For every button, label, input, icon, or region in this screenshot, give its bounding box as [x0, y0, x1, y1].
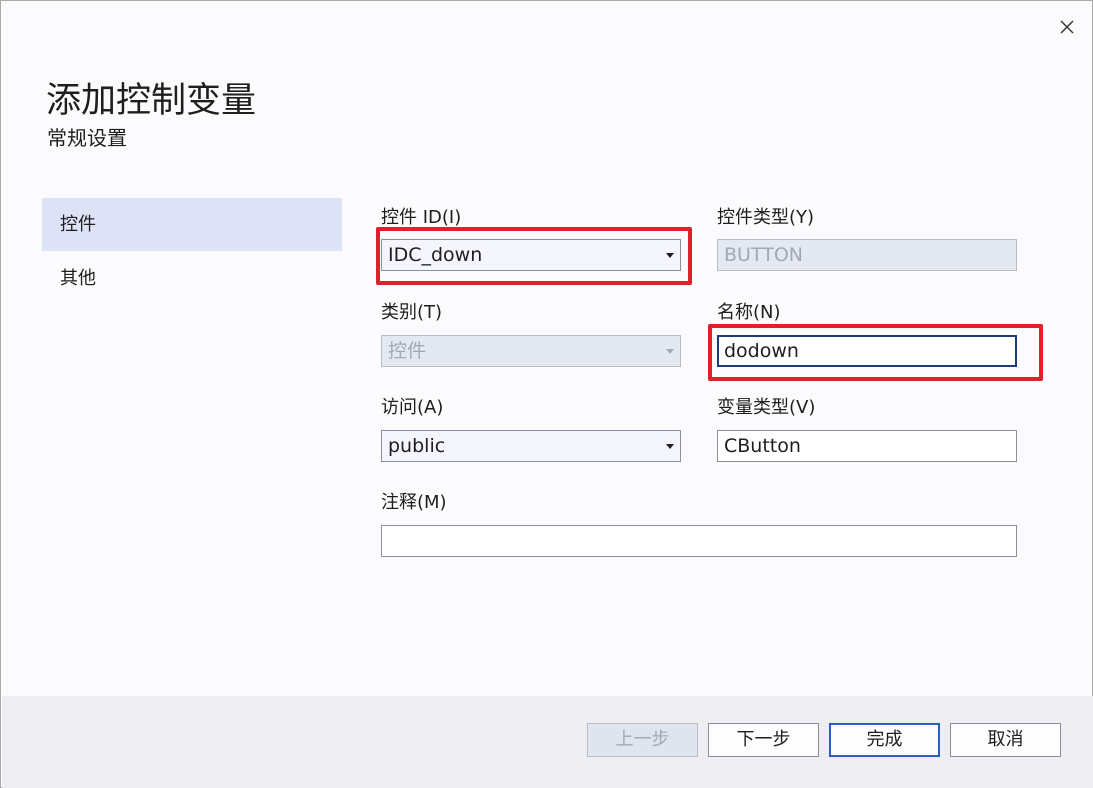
- control-type-label: 控件类型(Y): [717, 207, 815, 228]
- next-button[interactable]: 下一步: [708, 723, 819, 757]
- name-input[interactable]: dodown: [717, 335, 1017, 367]
- back-button: 上一步: [587, 723, 698, 757]
- dropdown-arrow-icon: [666, 349, 674, 354]
- comment-input[interactable]: [381, 525, 1017, 557]
- name-value: dodown: [724, 340, 799, 362]
- variable-type-value: CButton: [724, 435, 801, 457]
- access-label: 访问(A): [381, 397, 444, 418]
- close-button[interactable]: [1051, 11, 1083, 43]
- variable-type-input[interactable]: CButton: [717, 430, 1017, 462]
- variable-type-label: 变量类型(V): [717, 397, 816, 418]
- control-id-combobox[interactable]: IDC_down: [381, 239, 681, 271]
- comment-label: 注释(M): [381, 492, 447, 513]
- category-label: 类别(T): [381, 302, 443, 323]
- category-combobox: 控件: [381, 335, 681, 367]
- nav-item-control[interactable]: 控件: [42, 198, 342, 251]
- dropdown-arrow-icon: [666, 253, 674, 258]
- close-icon: [1060, 20, 1074, 34]
- access-value: public: [388, 435, 446, 457]
- control-type-value: BUTTON: [724, 244, 803, 266]
- control-type-field: BUTTON: [717, 239, 1017, 271]
- dialog-title: 添加控制变量: [46, 81, 257, 121]
- dropdown-arrow-icon: [666, 444, 674, 449]
- category-value: 控件: [388, 340, 427, 362]
- add-control-variable-dialog: 添加控制变量 常规设置 控件 其他 控件 ID(I) IDC_down 控件类型…: [0, 0, 1093, 788]
- control-id-value: IDC_down: [388, 244, 483, 266]
- finish-button[interactable]: 完成: [829, 723, 940, 757]
- control-id-label: 控件 ID(I): [381, 207, 462, 228]
- access-combobox[interactable]: public: [381, 430, 681, 462]
- dialog-subtitle: 常规设置: [47, 126, 127, 150]
- nav-item-other[interactable]: 其他: [42, 252, 342, 305]
- name-label: 名称(N): [717, 302, 781, 323]
- cancel-button[interactable]: 取消: [950, 723, 1061, 757]
